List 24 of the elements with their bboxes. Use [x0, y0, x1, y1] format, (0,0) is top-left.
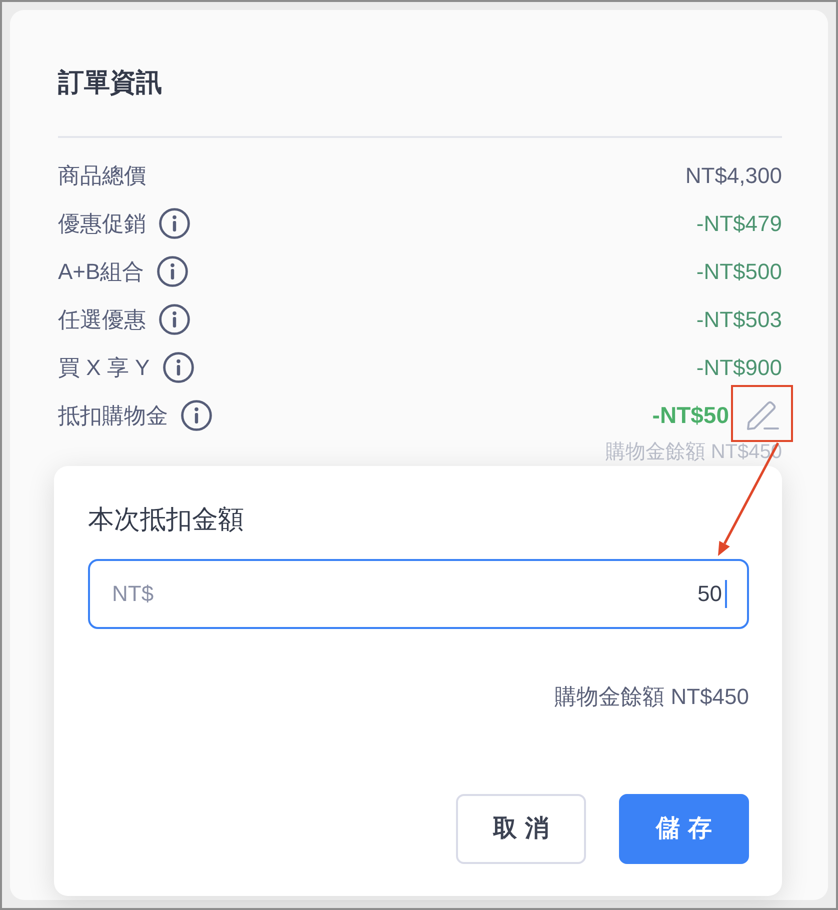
- row-label: 任選優惠: [58, 306, 146, 334]
- save-button[interactable]: 儲存: [619, 794, 749, 864]
- row-label: 買 X 享 Y: [58, 354, 150, 382]
- info-icon[interactable]: [162, 352, 194, 382]
- row-label: 優惠促銷: [58, 210, 146, 238]
- info-icon[interactable]: [181, 400, 212, 430]
- row-label: A+B組合: [58, 258, 144, 286]
- currency-prefix: NT$: [112, 581, 154, 607]
- row-value: -NT$50: [652, 400, 729, 430]
- row-label: 商品總價: [58, 162, 146, 190]
- info-icon[interactable]: [157, 256, 188, 286]
- panel-title: 訂單資訊: [58, 66, 163, 99]
- dialog-title: 本次抵扣金額: [88, 503, 245, 536]
- text-cursor-icon: [725, 580, 727, 608]
- row-value: NT$4,300: [685, 162, 782, 190]
- row-value: -NT$900: [696, 354, 782, 382]
- row-value: -NT$479: [696, 210, 782, 238]
- row-value: -NT$500: [696, 258, 782, 286]
- info-icon[interactable]: [159, 208, 190, 238]
- row-value: -NT$503: [696, 306, 782, 334]
- cancel-button[interactable]: 取消: [456, 794, 586, 864]
- balance-text: 購物金餘額 NT$450: [554, 683, 749, 711]
- row-label: 抵扣購物金: [58, 402, 168, 430]
- info-icon[interactable]: [159, 304, 190, 334]
